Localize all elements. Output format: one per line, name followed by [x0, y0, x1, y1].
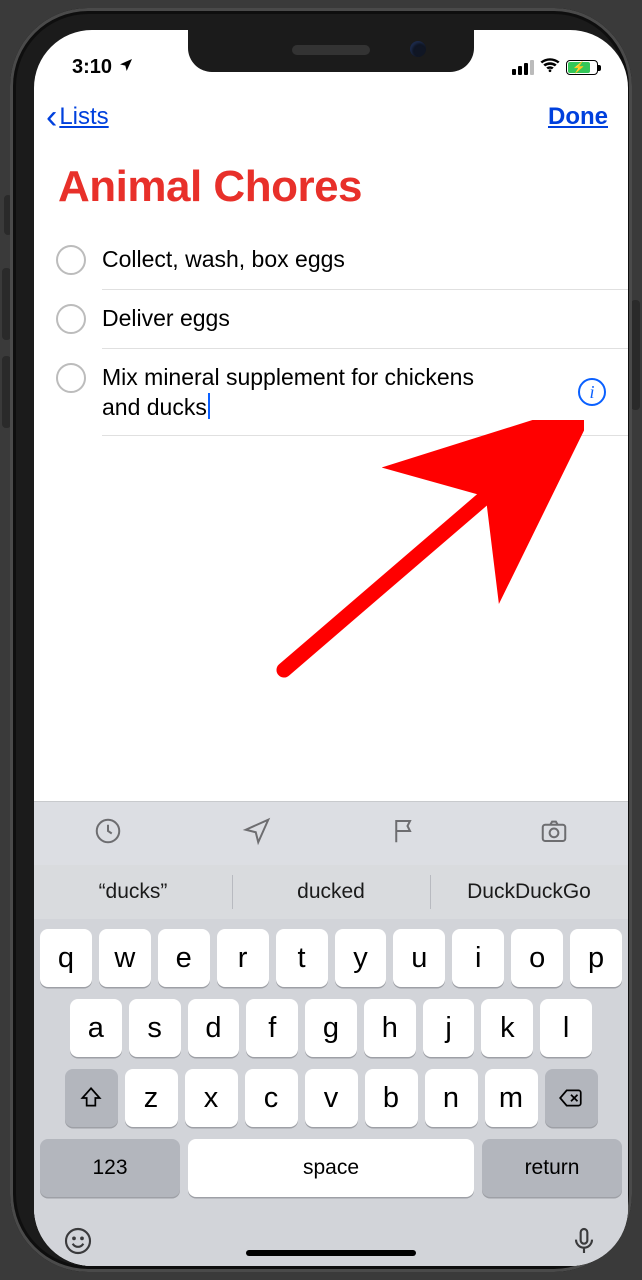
keyboard-suggestions: “ducks” ducked DuckDuckGo [34, 865, 628, 919]
key-w[interactable]: w [99, 929, 151, 987]
task-row[interactable]: Deliver eggs [34, 289, 628, 348]
task-text[interactable]: Collect, wash, box eggs [102, 244, 345, 274]
key-o[interactable]: o [511, 929, 563, 987]
annotation-arrow [264, 420, 584, 680]
key-j[interactable]: j [423, 999, 475, 1057]
key-a[interactable]: a [70, 999, 122, 1057]
return-key[interactable]: return [482, 1139, 622, 1197]
key-v[interactable]: v [305, 1069, 358, 1127]
key-q[interactable]: q [40, 929, 92, 987]
numbers-key[interactable]: 123 [40, 1139, 180, 1197]
space-key[interactable]: space [188, 1139, 474, 1197]
text-cursor [208, 393, 210, 419]
key-r[interactable]: r [217, 929, 269, 987]
location-services-icon [118, 56, 134, 79]
completion-circle[interactable] [56, 363, 86, 393]
back-button[interactable]: ‹ Lists [46, 103, 109, 131]
key-n[interactable]: n [425, 1069, 478, 1127]
key-b[interactable]: b [365, 1069, 418, 1127]
task-text[interactable]: Deliver eggs [102, 303, 230, 333]
home-indicator[interactable] [246, 1250, 416, 1256]
battery-icon: ⚡ [566, 60, 598, 75]
key-f[interactable]: f [246, 999, 298, 1057]
key-x[interactable]: x [185, 1069, 238, 1127]
keyboard-bottom-row [34, 1215, 628, 1266]
task-row[interactable]: Collect, wash, box eggs [34, 230, 628, 289]
completion-circle[interactable] [56, 245, 86, 275]
key-i[interactable]: i [452, 929, 504, 987]
key-g[interactable]: g [305, 999, 357, 1057]
reminders-toolbar [34, 801, 628, 865]
key-u[interactable]: u [393, 929, 445, 987]
info-button[interactable]: i [578, 378, 606, 406]
key-c[interactable]: c [245, 1069, 298, 1127]
task-text[interactable]: Mix mineral supplement for chickens and … [102, 362, 502, 422]
cellular-signal-icon [512, 60, 534, 75]
key-e[interactable]: e [158, 929, 210, 987]
screen: 3:10 ⚡ ‹ Lists Done Animal Chores [34, 30, 628, 1266]
completion-circle[interactable] [56, 304, 86, 334]
flag-icon[interactable] [390, 816, 420, 851]
dictation-key[interactable] [568, 1225, 600, 1262]
key-d[interactable]: d [188, 999, 240, 1057]
suggestion-3[interactable]: DuckDuckGo [430, 865, 628, 919]
suggestion-2[interactable]: ducked [232, 865, 430, 919]
list-title: Animal Chores [58, 162, 362, 212]
navigation-bar: ‹ Lists Done [34, 86, 628, 148]
task-text-value: Mix mineral supplement for chickens and … [102, 364, 474, 420]
status-time: 3:10 [72, 56, 112, 79]
wifi-icon [540, 57, 560, 78]
key-k[interactable]: k [481, 999, 533, 1057]
clock-icon[interactable] [93, 816, 123, 851]
key-m[interactable]: m [485, 1069, 538, 1127]
task-row[interactable]: Mix mineral supplement for chickens and … [34, 348, 628, 436]
keyboard-area: “ducks” ducked DuckDuckGo q w e r t y u … [34, 801, 628, 1266]
done-button[interactable]: Done [548, 103, 608, 131]
key-l[interactable]: l [540, 999, 592, 1057]
key-z[interactable]: z [125, 1069, 178, 1127]
key-h[interactable]: h [364, 999, 416, 1057]
notch [188, 30, 474, 72]
backspace-key[interactable] [545, 1069, 598, 1127]
task-list: Collect, wash, box eggs Deliver eggs Mix… [34, 230, 628, 436]
phone-frame: 3:10 ⚡ ‹ Lists Done Animal Chores [10, 8, 632, 1272]
key-p[interactable]: p [570, 929, 622, 987]
key-t[interactable]: t [276, 929, 328, 987]
key-y[interactable]: y [335, 929, 387, 987]
power-button [631, 300, 640, 410]
suggestion-1[interactable]: “ducks” [34, 865, 232, 919]
key-s[interactable]: s [129, 999, 181, 1057]
back-label: Lists [59, 103, 108, 131]
camera-icon[interactable] [539, 816, 569, 851]
shift-key[interactable] [65, 1069, 118, 1127]
emoji-key[interactable] [62, 1225, 94, 1262]
keyboard: q w e r t y u i o p a s d f g h [34, 919, 628, 1215]
location-icon[interactable] [242, 816, 272, 851]
